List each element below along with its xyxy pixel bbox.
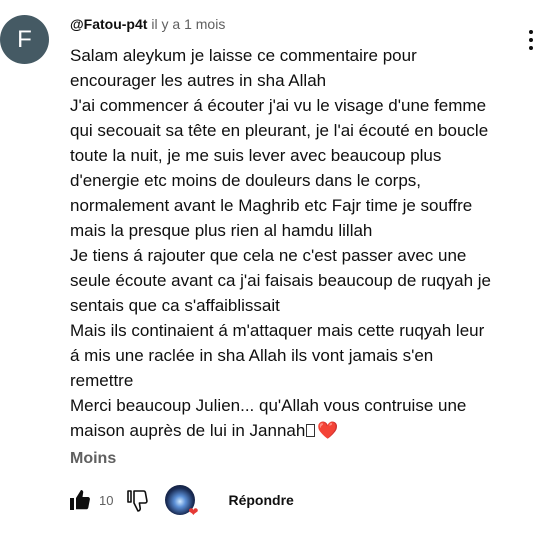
avatar-letter: F — [17, 25, 32, 53]
heart-emoji: ❤️ — [317, 421, 339, 440]
comment-line: qui secouait sa tête en pleurant, je l'a… — [70, 121, 489, 140]
author-avatar[interactable]: F — [0, 15, 49, 64]
comment-line: encourager les autres in sha Allah — [70, 71, 327, 90]
comment-time[interactable]: il y a 1 mois — [151, 16, 225, 32]
comment-line: Salam aleykum je laisse ce commentaire p… — [70, 46, 417, 65]
like-count: 10 — [99, 492, 114, 508]
comment-line: Merci beaucoup Julien... qu'Allah vous c… — [70, 396, 467, 415]
comment-line: d'energie etc moins de douleurs dans le … — [70, 171, 422, 190]
collapse-button[interactable]: Moins — [70, 450, 116, 468]
comment-line: toute la nuit, je me suis lever avec bea… — [70, 146, 442, 165]
comment-line: Je tiens á rajouter que cela ne c'est pa… — [70, 246, 467, 265]
comment-line: normalement avant le Maghrib etc Fajr ti… — [70, 196, 473, 215]
comment-line: maison auprès de lui in Jannah — [70, 421, 306, 440]
thumbs-down-outline-icon[interactable] — [123, 486, 151, 514]
comment-line: J'ai commencer á écouter j'ai vu le visa… — [70, 96, 487, 115]
comment-line: mais la presque plus rien al hamdu lilla… — [70, 221, 373, 240]
creator-heart-icon[interactable]: ❤ — [165, 485, 199, 519]
comment-header: @Fatou-p4t il y a 1 mois — [70, 16, 225, 32]
comment-line: á mis une raclée in sha Allah ils vont j… — [70, 346, 434, 365]
comment-last-line: maison auprès de lui in Jannah ❤️ — [70, 418, 532, 443]
author-handle[interactable]: @Fatou-p4t — [70, 16, 147, 32]
comment-line: Mais ils continaient á m'attaquer mais c… — [70, 321, 485, 340]
comment-line: seule écoute avant ca j'ai faisais beauc… — [70, 271, 491, 290]
missing-glyph-icon — [306, 424, 316, 437]
thumbs-up-filled-icon[interactable] — [66, 486, 94, 514]
comment-text: Salam aleykum je laisse ce commentaire p… — [70, 43, 532, 443]
comment-actions: 10 ❤ Répondre — [66, 485, 294, 519]
mini-heart-icon: ❤ — [188, 505, 199, 519]
comment-line: remettre — [70, 371, 134, 390]
comment-line: sentais que ca s'affaiblissait — [70, 296, 280, 315]
reply-button[interactable]: Répondre — [228, 492, 293, 508]
